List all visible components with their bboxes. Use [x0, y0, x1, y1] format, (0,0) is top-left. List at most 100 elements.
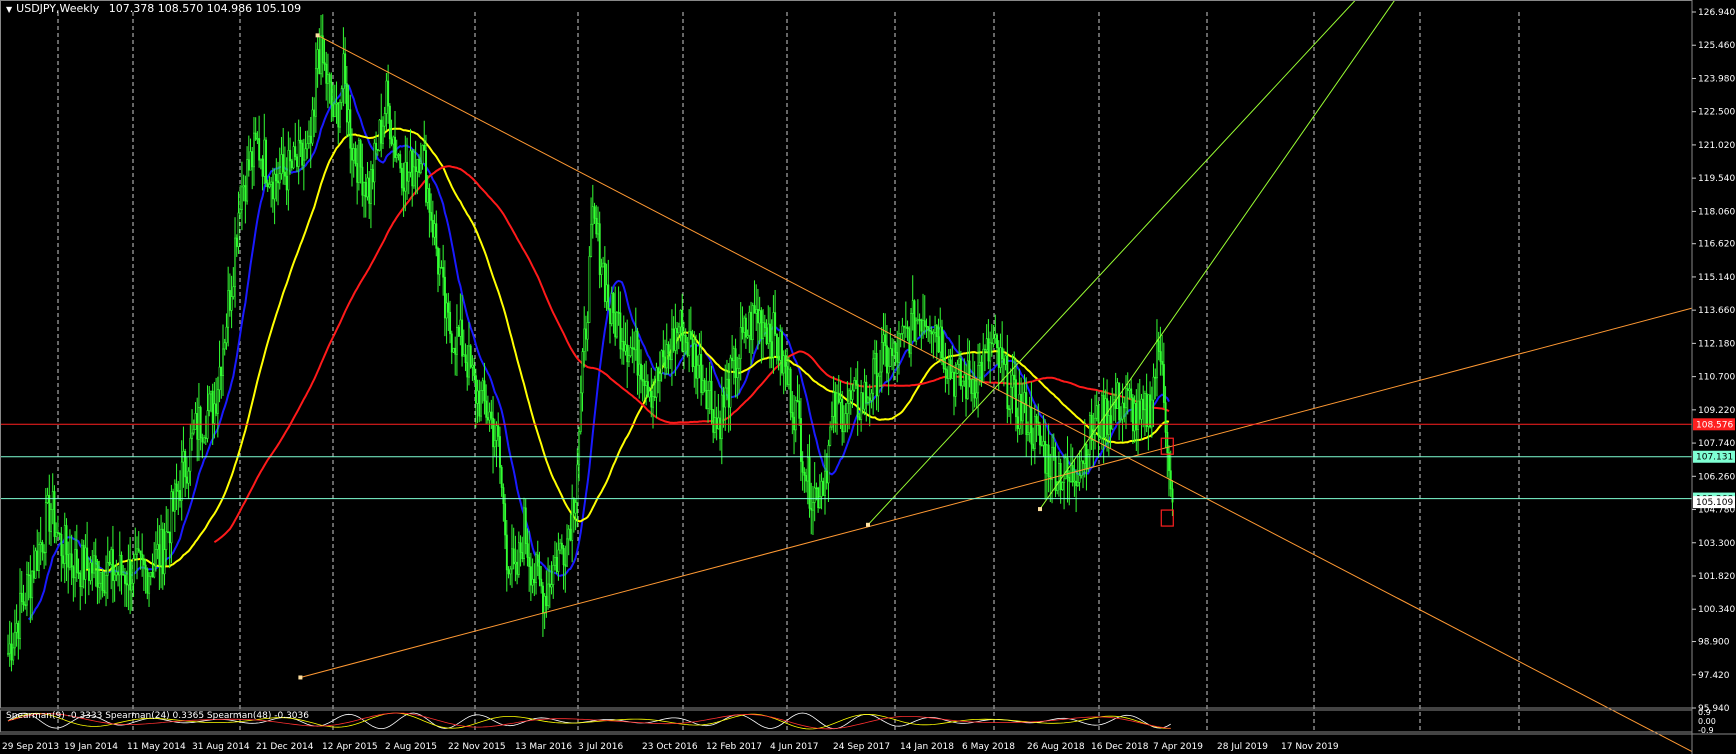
candle-body	[105, 574, 108, 594]
candle-body	[435, 223, 438, 249]
candle-body	[38, 544, 40, 571]
channel-lower-anchor	[1038, 507, 1042, 512]
candle-body	[855, 380, 857, 385]
candle-body	[93, 555, 96, 574]
candle-body	[739, 327, 742, 359]
candle-body	[946, 369, 949, 379]
candle-body	[69, 553, 71, 568]
candle-body	[314, 68, 317, 117]
candle-body	[364, 181, 367, 198]
candle-body	[1042, 441, 1045, 446]
candle-body	[789, 368, 792, 413]
candle-body	[849, 390, 852, 400]
candle-body	[610, 293, 613, 324]
candle-body	[1157, 340, 1160, 352]
candle-body	[640, 363, 642, 380]
candle-body	[1109, 415, 1112, 430]
chart-header: ▼ USDJPY,Weekly 107.378 108.570 104.986 1…	[6, 2, 301, 15]
dropdown-triangle-icon[interactable]: ▼	[6, 5, 12, 14]
candle-body	[431, 220, 434, 238]
candle-body	[225, 326, 228, 344]
candle-body	[868, 397, 871, 401]
candle-body	[707, 390, 710, 409]
candle-body	[41, 542, 44, 553]
candle-body	[459, 319, 462, 337]
candle-body	[834, 392, 837, 424]
y-tick-label: 121.020	[1698, 141, 1735, 151]
candle-body	[216, 389, 219, 414]
candle-body	[210, 390, 212, 395]
candle-body	[282, 154, 285, 173]
candle-body	[48, 494, 51, 532]
candle-body	[923, 320, 926, 327]
candle-body	[468, 345, 470, 378]
candle-body	[363, 181, 366, 196]
candle-body	[258, 138, 261, 161]
candle-body	[416, 158, 419, 172]
candle-body	[504, 503, 507, 536]
candle-body	[691, 338, 694, 367]
candle-body	[595, 217, 598, 235]
y-tick-label: 125.460	[1698, 41, 1735, 51]
price-chart[interactable]: 108.576107.131105.268105.109 126.940125.…	[0, 0, 1736, 754]
candle-body	[163, 549, 166, 575]
candle-body	[564, 564, 567, 567]
candle-body	[361, 166, 364, 196]
candle-body	[841, 398, 844, 433]
candle-body	[1101, 394, 1103, 439]
y-tick-label: 126.940	[1698, 8, 1735, 18]
candle-body	[671, 328, 673, 361]
candle-body	[542, 585, 544, 614]
candle-body	[43, 551, 46, 554]
candle-body	[428, 188, 431, 213]
candle-body	[775, 333, 778, 357]
candle-body	[198, 407, 200, 440]
candle-body	[421, 145, 424, 165]
candle-body	[1032, 443, 1035, 449]
candle-body	[474, 375, 477, 404]
candle-body	[641, 379, 644, 382]
candle-body	[600, 266, 603, 275]
candle-body	[963, 374, 966, 382]
candle-body	[1001, 347, 1004, 360]
candle-body	[531, 578, 534, 586]
candle-body	[112, 549, 114, 581]
candle-body	[323, 62, 326, 65]
candle-body	[985, 338, 988, 351]
candle-body	[399, 154, 402, 169]
candle-body	[523, 507, 526, 560]
candle-body	[179, 490, 181, 501]
candle-body	[1133, 403, 1136, 432]
candle-body	[277, 180, 280, 184]
candle-body	[1125, 388, 1128, 409]
candle-body	[1171, 488, 1174, 503]
candle-body	[555, 556, 558, 572]
candle-body	[96, 561, 99, 588]
candle-body	[485, 400, 488, 418]
candle-body	[571, 498, 574, 541]
candle-body	[529, 566, 532, 586]
y-tick-label: 119.540	[1698, 174, 1735, 184]
candle-body	[1099, 435, 1102, 439]
candle-body	[387, 80, 390, 107]
candle-body	[380, 119, 383, 144]
candle-body	[351, 147, 353, 161]
candle-body	[612, 293, 615, 314]
candle-body	[693, 343, 696, 367]
candle-body	[743, 317, 746, 333]
candle-body	[127, 559, 130, 586]
candle-body	[777, 355, 780, 361]
candle-body	[153, 565, 156, 578]
candle-body	[130, 582, 133, 591]
candle-body	[192, 429, 195, 434]
candle-body	[836, 392, 839, 424]
candle-body	[999, 347, 1002, 368]
y-tick-label: 118.060	[1698, 207, 1735, 217]
candle-body	[543, 595, 546, 614]
candle-body	[91, 562, 94, 574]
candle-body	[696, 364, 699, 379]
candle-body	[177, 490, 180, 492]
candle-body	[634, 330, 637, 351]
candle-body	[426, 188, 429, 203]
candle-body	[1025, 392, 1028, 436]
